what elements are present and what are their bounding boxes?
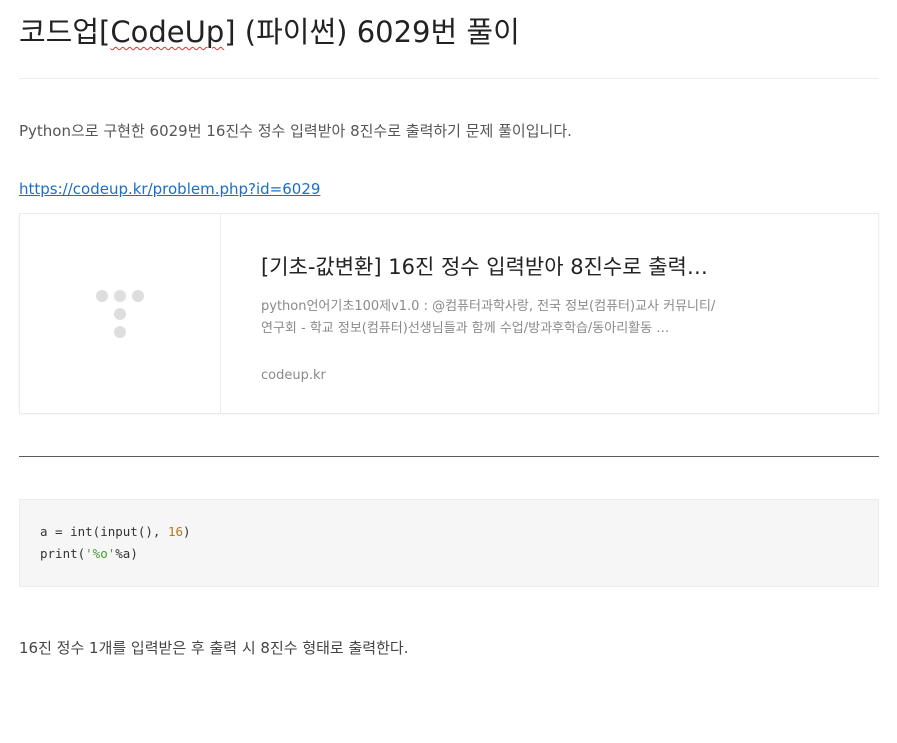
intro-paragraph: Python으로 구현한 6029번 16진수 정수 입력받아 8진수로 출력하… <box>19 122 572 140</box>
code-line-2: print('%o'%a) <box>40 546 138 561</box>
title-divider <box>19 78 879 79</box>
code-string-token: '%o' <box>85 546 116 561</box>
title-codeup-misspelled: CodeUp <box>110 15 225 49</box>
page-title: 코드업[CodeUp] (파이썬) 6029번 풀이 <box>19 0 879 63</box>
link-preview-card[interactable]: [기초-값변환] 16진 정수 입력받아 8진수로 출력… python언어기초… <box>19 213 879 414</box>
outro-paragraph: 16진 정수 1개를 입력받은 후 출력 시 8진수 형태로 출력한다. <box>19 639 409 657</box>
post-content: 코드업[CodeUp] (파이썬) 6029번 풀이 Python으로 구현한 … <box>19 0 879 657</box>
horizontal-rule <box>19 456 879 457</box>
problem-link[interactable]: https://codeup.kr/problem.php?id=6029 <box>19 178 320 200</box>
link-card-thumbnail <box>20 214 221 413</box>
title-bracket-open: [ <box>99 15 111 49</box>
code-content: a = int(input(), 16) print('%o'%a) <box>40 521 191 565</box>
link-card-domain: codeup.kr <box>261 368 326 383</box>
code-line-1: a = int(input(), 16) <box>40 524 191 539</box>
title-suffix: (파이썬) 6029번 풀이 <box>235 15 520 49</box>
title-prefix: 코드업 <box>19 15 100 49</box>
title-bracket-close: ] <box>224 15 236 49</box>
code-block: a = int(input(), 16) print('%o'%a) <box>19 499 879 587</box>
link-card-title[interactable]: [기초-값변환] 16진 정수 입력받아 8진수로 출력… <box>261 252 731 282</box>
link-card-description: python언어기초100제v1.0 : @컴퓨터과학사랑, 전국 정보(컴퓨터… <box>261 299 716 336</box>
code-number-token: 16 <box>167 524 183 539</box>
